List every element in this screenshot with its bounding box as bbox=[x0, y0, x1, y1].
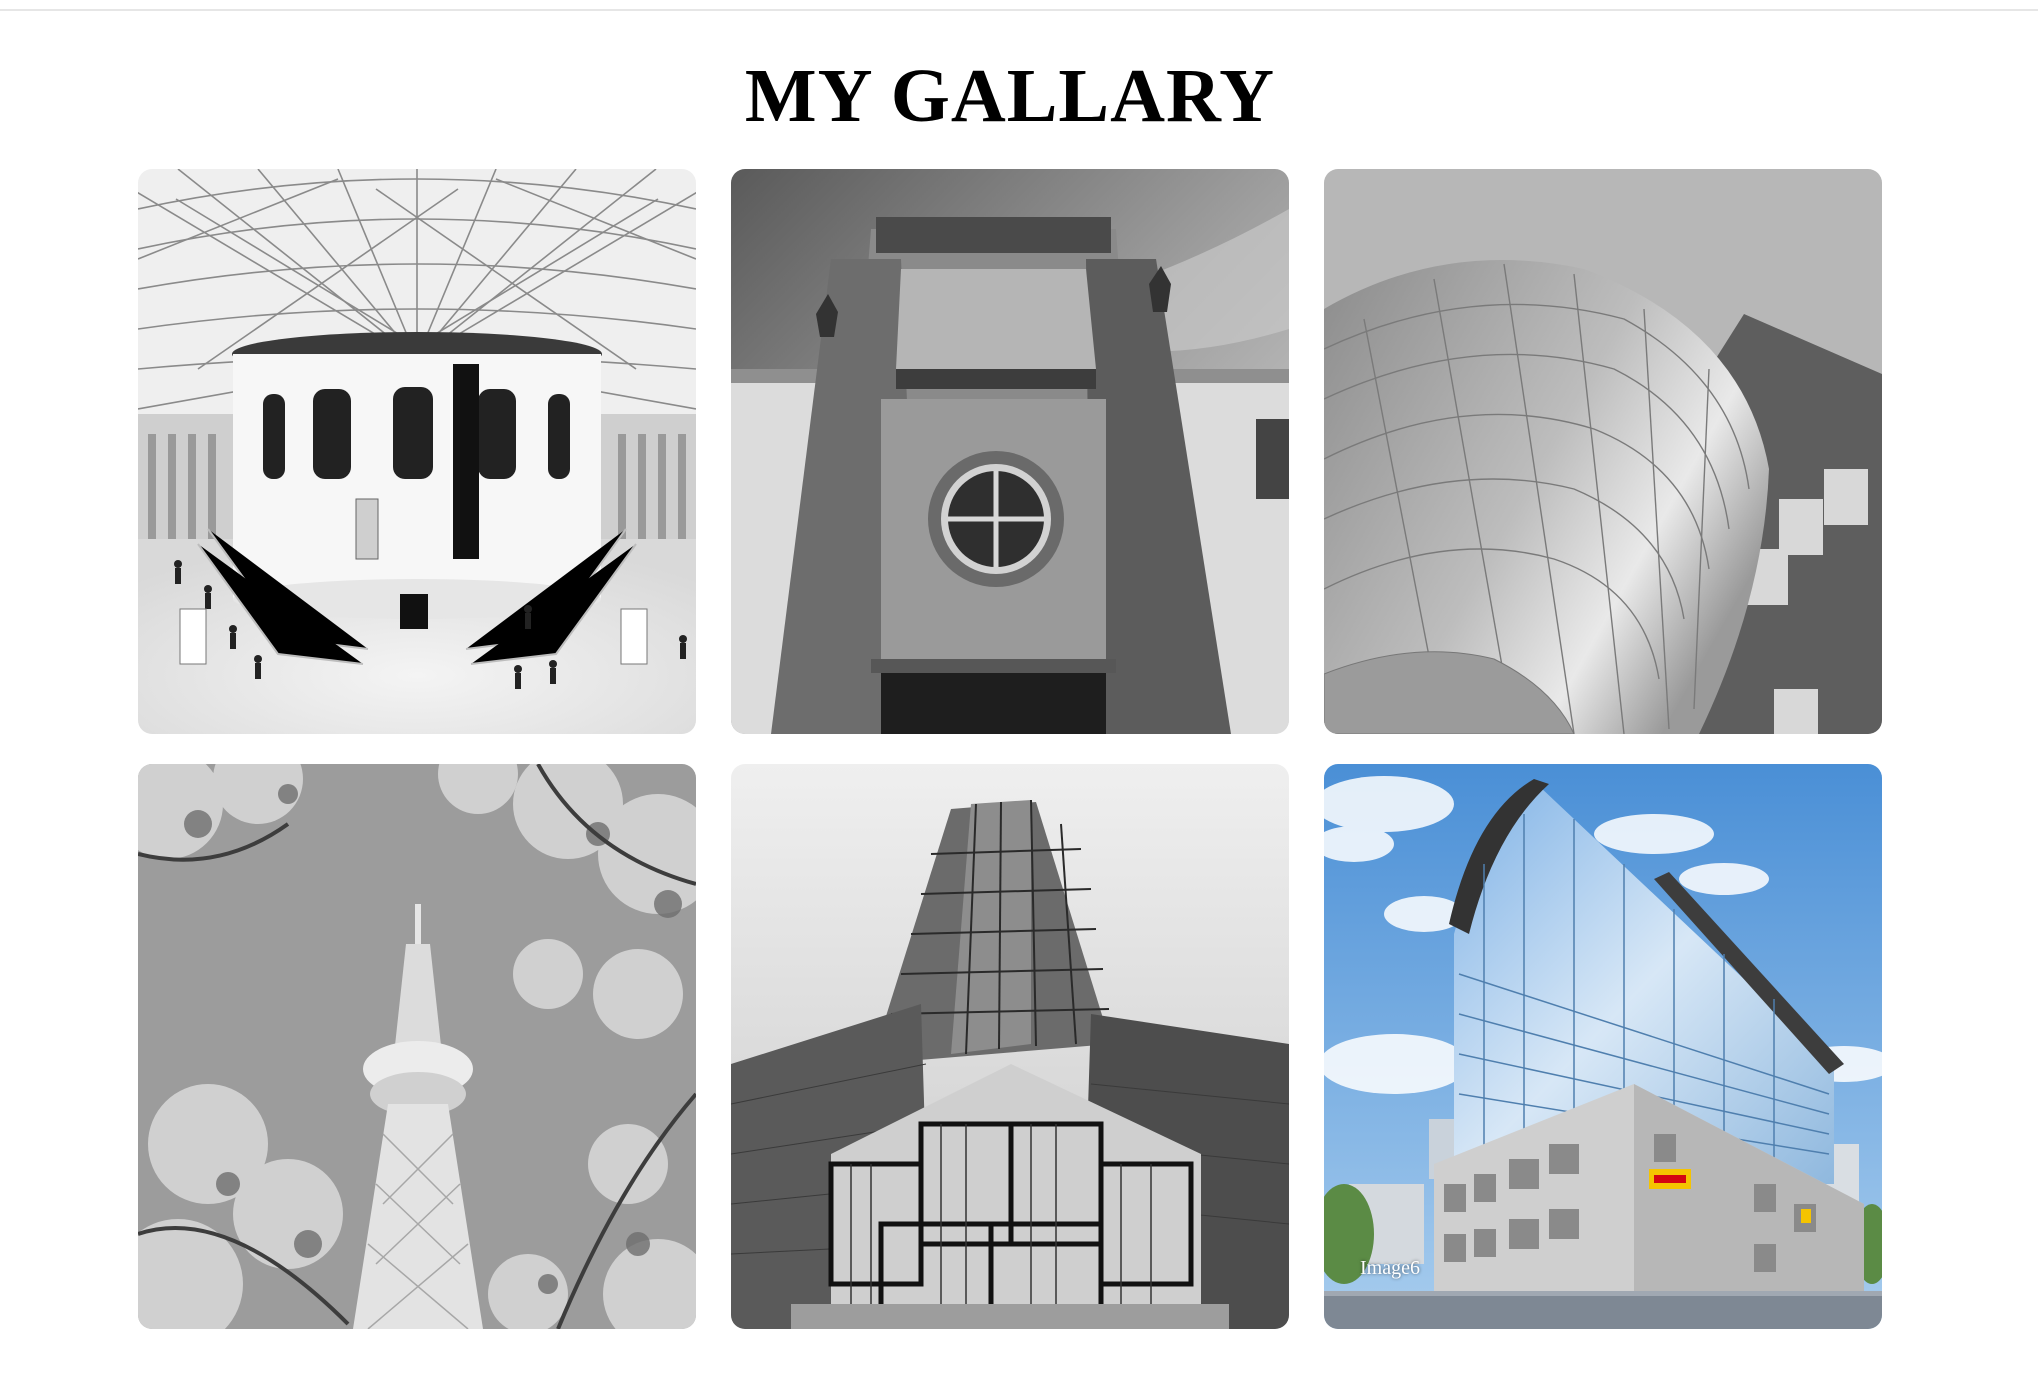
tv-tower-photo bbox=[138, 764, 696, 1329]
skyscraper-photo bbox=[731, 764, 1289, 1329]
stone-portal-photo bbox=[731, 169, 1289, 734]
curved-facade-photo bbox=[1324, 169, 1882, 734]
page-title: MY GALLARY bbox=[744, 54, 1276, 138]
gallery-image-1[interactable] bbox=[138, 169, 696, 734]
gallery-image-5[interactable] bbox=[731, 764, 1289, 1329]
top-divider bbox=[0, 9, 2038, 11]
office-building-photo bbox=[1324, 764, 1882, 1329]
gallery-image-4[interactable] bbox=[138, 764, 696, 1329]
gallery-grid: Image6 bbox=[138, 169, 1882, 1329]
image-caption: Image6 bbox=[1360, 1257, 1420, 1279]
museum-dome-photo bbox=[138, 169, 696, 734]
gallery-image-3[interactable] bbox=[1324, 169, 1882, 734]
gallery-image-6[interactable]: Image6 bbox=[1324, 764, 1882, 1329]
gallery-image-2[interactable] bbox=[731, 169, 1289, 734]
